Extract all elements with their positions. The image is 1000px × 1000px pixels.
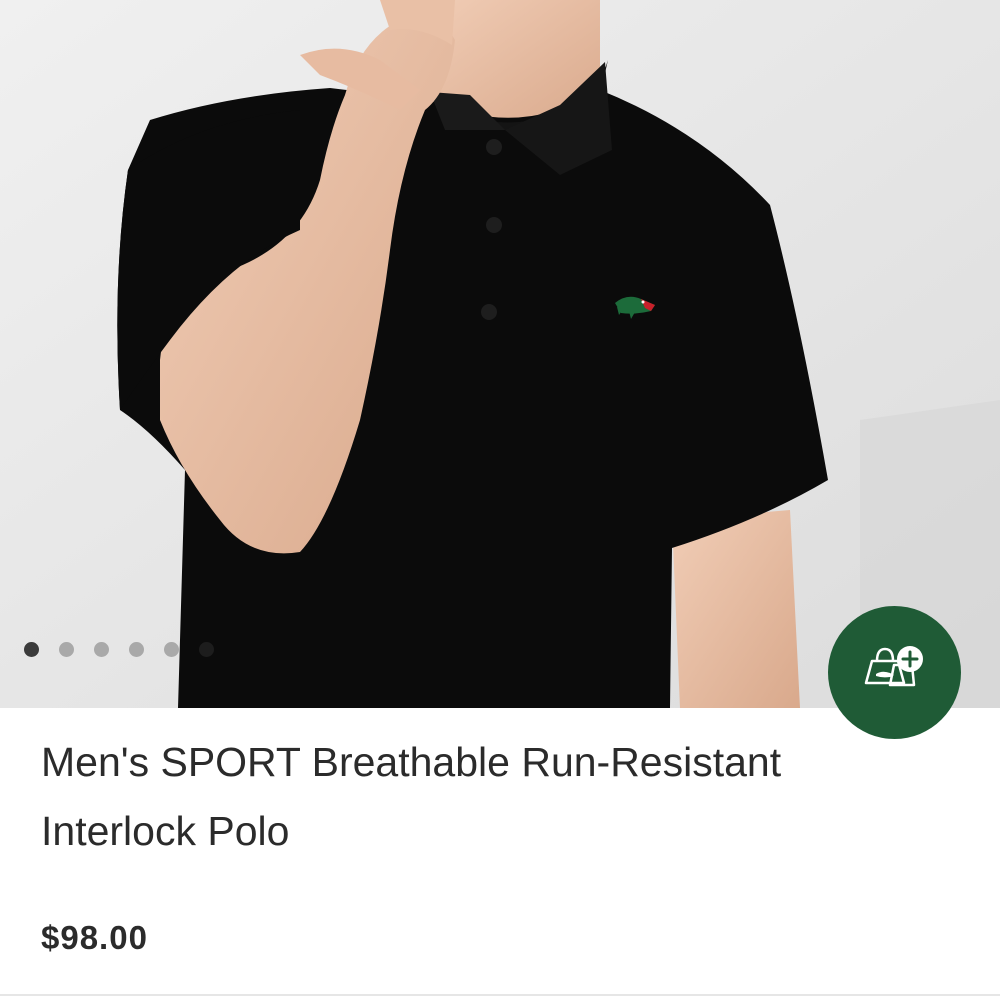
carousel-dot-1[interactable] [24, 641, 39, 657]
product-image[interactable] [0, 0, 1000, 708]
divider [0, 994, 1000, 996]
product-photo [0, 0, 1000, 708]
shopping-bag-plus-icon [860, 643, 930, 703]
product-title[interactable]: Men's SPORT Breathable Run-Resistant Int… [41, 728, 941, 866]
carousel-dot-5[interactable] [164, 641, 179, 657]
product-card[interactable]: Men's SPORT Breathable Run-Resistant Int… [0, 0, 1000, 1000]
carousel-dot-4[interactable] [129, 641, 144, 657]
carousel-dot-3[interactable] [94, 641, 109, 657]
carousel-dot-6[interactable] [199, 641, 214, 657]
carousel-dots [24, 641, 214, 657]
product-price: $98.00 [41, 919, 148, 956]
carousel-dot-2[interactable] [59, 641, 74, 657]
add-to-bag-button[interactable] [828, 606, 961, 739]
